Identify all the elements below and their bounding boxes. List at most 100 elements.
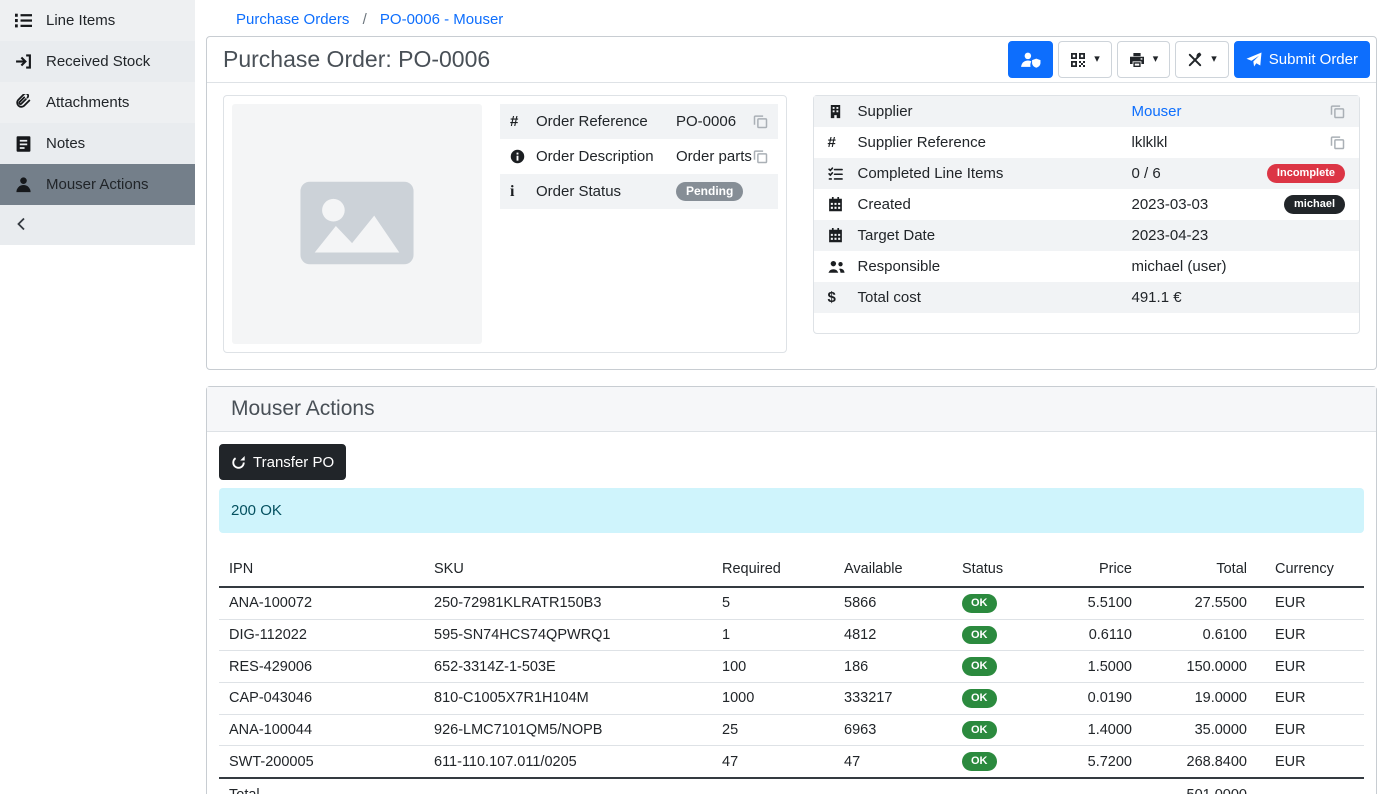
header-row: IPN SKU Required Available Status Price … bbox=[219, 555, 1364, 587]
cell-required: 100 bbox=[712, 651, 834, 683]
detail-value: Pending bbox=[676, 182, 768, 202]
breadcrumb-link-purchase-orders[interactable]: Purchase Orders bbox=[236, 11, 349, 28]
print-actions-button[interactable]: ▾ bbox=[1117, 41, 1171, 78]
order-options-button[interactable]: ▾ bbox=[1175, 41, 1229, 78]
sidebar-item-label: Mouser Actions bbox=[46, 176, 149, 193]
cell-ipn: SWT-200005 bbox=[219, 746, 424, 778]
caret-down-icon: ▾ bbox=[1153, 54, 1159, 65]
cell-currency: EUR bbox=[1257, 714, 1364, 746]
barcode-actions-button[interactable]: ▾ bbox=[1058, 41, 1112, 78]
cell-sku: 810-C1005X7R1H104M bbox=[424, 682, 712, 714]
order-detail-list: # Order Reference PO-0006 Order Descri bbox=[500, 104, 778, 209]
cell-available: 186 bbox=[834, 651, 952, 683]
cell-sku: 250-72981KLRATR150B3 bbox=[424, 587, 712, 619]
table-total-row: Total 501.0000 bbox=[219, 778, 1364, 794]
breadcrumb-link-current-po[interactable]: PO-0006 - Mouser bbox=[380, 11, 503, 28]
transfer-po-label: Transfer PO bbox=[253, 454, 334, 471]
detail-row-target-date: Target Date 2023-04-23 bbox=[814, 220, 1360, 251]
copy-icon[interactable] bbox=[753, 149, 768, 164]
cell-status: OK bbox=[952, 714, 1047, 746]
sidebar-item-mouser-actions[interactable]: Mouser Actions bbox=[0, 164, 195, 205]
cell-ipn: DIG-112022 bbox=[219, 619, 424, 651]
supplier-summary-card: Supplier Mouser # Supplier Reference lk bbox=[813, 95, 1361, 334]
cell-available: 5866 bbox=[834, 587, 952, 619]
col-available: Available bbox=[834, 555, 952, 587]
hash-icon: # bbox=[510, 113, 536, 130]
detail-row-order-reference: # Order Reference PO-0006 bbox=[500, 104, 778, 139]
detail-label: Order Reference bbox=[536, 113, 676, 130]
detail-value: 0 / 6 bbox=[1132, 165, 1267, 182]
parts-table: IPN SKU Required Available Status Price … bbox=[219, 555, 1364, 794]
col-sku: SKU bbox=[424, 555, 712, 587]
sidebar-item-attachments[interactable]: Attachments bbox=[0, 82, 195, 123]
section-title: Mouser Actions bbox=[231, 397, 375, 421]
detail-label: Supplier Reference bbox=[858, 134, 1132, 151]
issue-order-button[interactable] bbox=[1008, 41, 1053, 78]
cell-currency: EUR bbox=[1257, 651, 1364, 683]
detail-label: Total cost bbox=[858, 289, 1132, 306]
cell-ipn: ANA-100044 bbox=[219, 714, 424, 746]
parts-table-head: IPN SKU Required Available Status Price … bbox=[219, 555, 1364, 587]
cell-currency: EUR bbox=[1257, 619, 1364, 651]
mouser-actions-body: Transfer PO 200 OK IPN SKU Required Avai… bbox=[207, 432, 1376, 794]
status-ok-badge: OK bbox=[962, 657, 997, 676]
info-circle-icon bbox=[510, 149, 536, 164]
cell-status: OK bbox=[952, 682, 1047, 714]
cell-total: 35.0000 bbox=[1142, 714, 1257, 746]
detail-label: Supplier bbox=[858, 103, 1132, 120]
cell-total: 19.0000 bbox=[1142, 682, 1257, 714]
paper-plane-icon bbox=[1246, 52, 1262, 68]
cell-sku: 926-LMC7101QM5/NOPB bbox=[424, 714, 712, 746]
cell-ipn: RES-429006 bbox=[219, 651, 424, 683]
copy-icon[interactable] bbox=[1330, 135, 1345, 150]
detail-label: Completed Line Items bbox=[858, 165, 1132, 182]
col-currency: Currency bbox=[1257, 555, 1364, 587]
sidebar-item-notes[interactable]: Notes bbox=[0, 123, 195, 164]
cell-ipn: CAP-043046 bbox=[219, 682, 424, 714]
cell-total: 268.8400 bbox=[1142, 746, 1257, 778]
cell-price: 1.5000 bbox=[1047, 651, 1142, 683]
order-image-placeholder bbox=[232, 104, 482, 344]
submit-order-button[interactable]: Submit Order bbox=[1234, 41, 1370, 78]
page-title: Purchase Order: PO-0006 bbox=[223, 46, 490, 73]
app-root: Line Items Received Stock Attachments No… bbox=[0, 0, 1383, 794]
cell-available: 333217 bbox=[834, 682, 952, 714]
col-price: Price bbox=[1047, 555, 1142, 587]
caret-down-icon: ▾ bbox=[1094, 54, 1100, 65]
printer-icon bbox=[1129, 52, 1145, 68]
detail-value: 491.1 € bbox=[1132, 289, 1346, 306]
detail-row-total-cost: $ Total cost 491.1 € bbox=[814, 282, 1360, 313]
hash-icon: # bbox=[828, 134, 858, 151]
sidebar-item-received-stock[interactable]: Received Stock bbox=[0, 41, 195, 82]
po-details: # Order Reference PO-0006 Order Descri bbox=[207, 83, 1376, 369]
qrcode-icon bbox=[1070, 52, 1086, 68]
status-ok-badge: OK bbox=[962, 594, 997, 613]
copy-icon[interactable] bbox=[753, 114, 768, 129]
sidebar: Line Items Received Stock Attachments No… bbox=[0, 0, 195, 794]
user-icon bbox=[14, 176, 33, 193]
copy-icon[interactable] bbox=[1330, 104, 1345, 119]
cell-price: 0.0190 bbox=[1047, 682, 1142, 714]
supplier-link[interactable]: Mouser bbox=[1132, 103, 1182, 120]
purchase-order-panel: Purchase Order: PO-0006 ▾ bbox=[206, 36, 1377, 370]
detail-label: Target Date bbox=[858, 227, 1132, 244]
parts-table-foot: Total 501.0000 bbox=[219, 778, 1364, 794]
total-label: Total bbox=[219, 778, 1142, 794]
detail-row-created: Created 2023-03-03 michael bbox=[814, 189, 1360, 220]
notes-icon bbox=[14, 135, 33, 152]
po-panel-header: Purchase Order: PO-0006 ▾ bbox=[207, 37, 1376, 83]
cell-sku: 595-SN74HCS74QPWRQ1 bbox=[424, 619, 712, 651]
detail-label: Responsible bbox=[858, 258, 1132, 275]
sidebar-collapse-button[interactable] bbox=[0, 205, 195, 245]
cell-required: 47 bbox=[712, 746, 834, 778]
mouser-actions-header: Mouser Actions bbox=[207, 387, 1376, 432]
sidebar-item-line-items[interactable]: Line Items bbox=[0, 0, 195, 41]
cell-required: 5 bbox=[712, 587, 834, 619]
detail-row-order-description: Order Description Order parts bbox=[500, 139, 778, 174]
cell-sku: 611-110.107.011/0205 bbox=[424, 746, 712, 778]
detail-label: Created bbox=[858, 196, 1132, 213]
sidebar-item-label: Notes bbox=[46, 135, 85, 152]
status-ok-badge: OK bbox=[962, 689, 997, 708]
transfer-po-button[interactable]: Transfer PO bbox=[219, 444, 346, 480]
detail-row-completed-line-items: Completed Line Items 0 / 6 Incomplete bbox=[814, 158, 1360, 189]
